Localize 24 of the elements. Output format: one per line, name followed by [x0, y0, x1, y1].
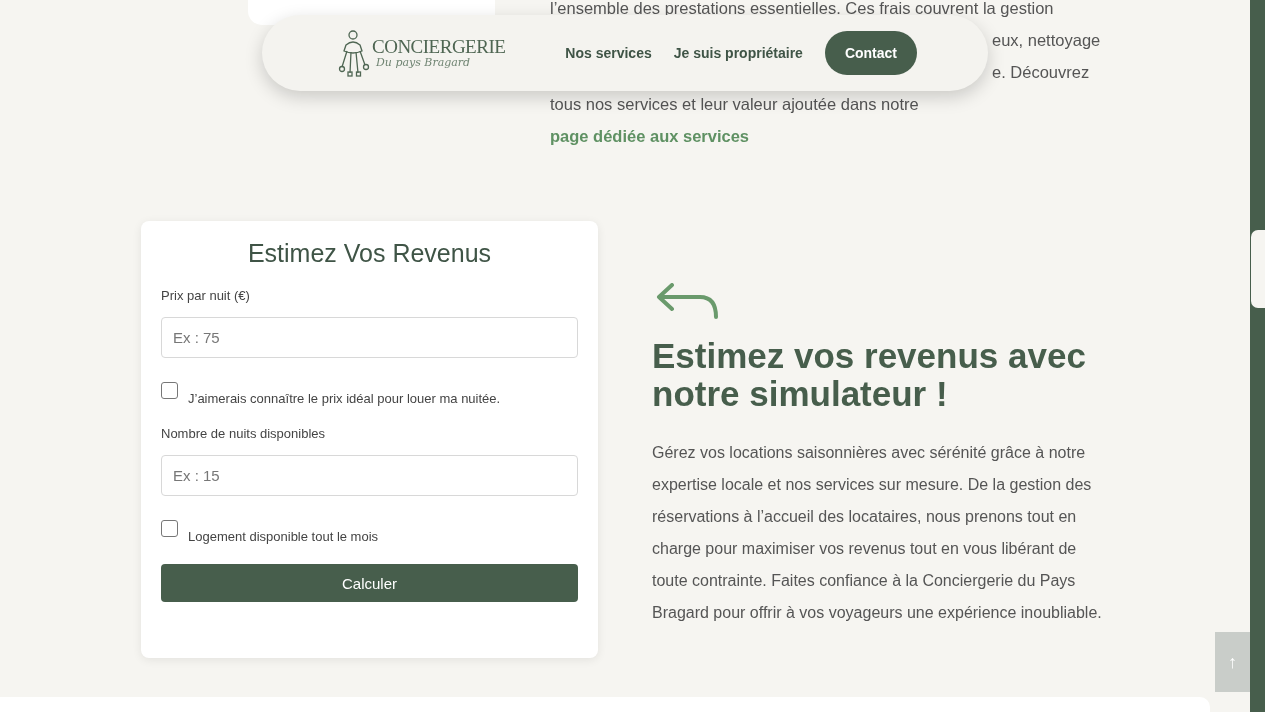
- scrollbar-thumb[interactable]: [1251, 230, 1265, 308]
- paragraph-text: eux, nettoyage: [992, 31, 1101, 49]
- contact-button[interactable]: Contact: [824, 31, 918, 75]
- checkbox[interactable]: [161, 382, 178, 399]
- input-field[interactable]: Ex : 75: [161, 317, 578, 358]
- logo-subtitle: Du pays Bragard: [376, 57, 472, 69]
- nav-link[interactable]: Nos services: [565, 45, 652, 61]
- paragraph-text: e. Découvrez: [992, 63, 1090, 81]
- section-paragraph: Gérez vos locations saisonnières avec sérénité grâce à notre expertise locale et nos services sur mesure. De la gestion des réservations à l’accueil des locataires, nous prenons tout en charge pour maximiser vos revenus tout en vous libérant de toute contrainte. Faites confiance à la Conciergerie du Pays Bragard pour offrir à vos voyageurs une expérience inoubliable.: [652, 443, 1103, 623]
- field-label: Nombre de nuits disponibles: [161, 426, 327, 441]
- checkbox-label: J’aimerais connaître le prix idéal pour louer ma nuitée.: [188, 391, 501, 406]
- keys-icon: [338, 29, 370, 77]
- checkbox[interactable]: [161, 520, 178, 537]
- form-title: Estimez Vos Revenus: [246, 239, 493, 268]
- field-label: Prix par nuit (€): [161, 288, 251, 303]
- arrow-icon: [656, 283, 720, 319]
- section-heading: Estimez vos revenus avec notre simulateur !: [652, 337, 1087, 413]
- input-field[interactable]: Ex : 15: [161, 455, 578, 496]
- paragraph-text: l’ensemble des prestations essentielles. Ces frais couvrent la gestion: [550, 0, 1054, 17]
- calculate-button[interactable]: Calculer: [161, 564, 578, 602]
- checkbox-label: Logement disponible tout le mois: [188, 529, 379, 544]
- logo-title: CONCIERGERIE: [372, 37, 506, 57]
- paragraph-text: tous nos services et leur valeur ajoutée dans notre: [550, 95, 919, 113]
- nav-link[interactable]: Je suis propriétaire: [673, 45, 803, 61]
